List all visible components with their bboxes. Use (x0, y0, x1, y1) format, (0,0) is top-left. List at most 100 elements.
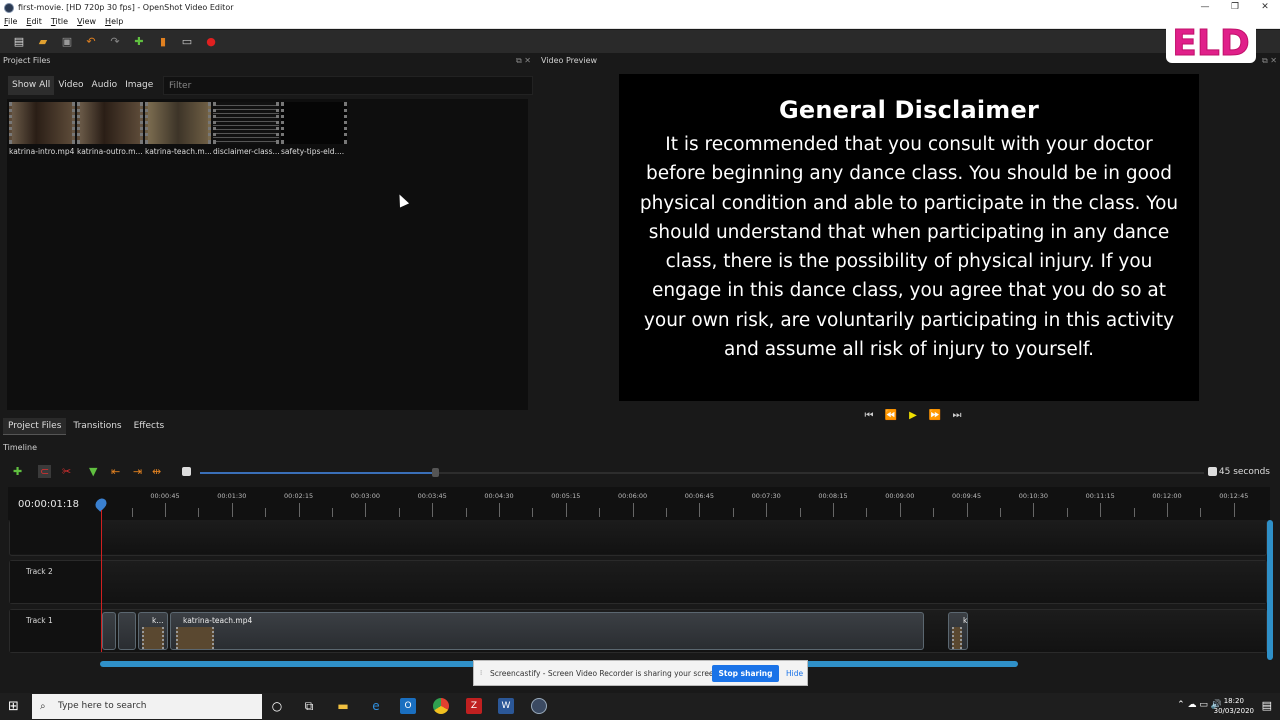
ruler-tick (198, 508, 200, 517)
timeline-clip[interactable]: k (948, 612, 968, 650)
cortana-icon[interactable]: ○ (269, 698, 285, 714)
taskbar-search-input[interactable]: ⌕ Type here to search (32, 694, 262, 719)
track-lane[interactable] (102, 561, 1266, 603)
jump-end-icon[interactable]: ⏭ (946, 410, 968, 421)
windows-start-icon[interactable]: ⊞ (8, 699, 19, 714)
word-icon[interactable]: W (498, 698, 514, 714)
add-track-icon[interactable]: ✚ (13, 465, 22, 478)
zoom-in-icon[interactable] (1208, 467, 1217, 476)
play-icon[interactable]: ▶ (902, 410, 924, 421)
menu-title[interactable]: Title (51, 17, 68, 26)
open-project-icon[interactable]: ▰ (36, 35, 50, 49)
zoom-out-icon[interactable] (182, 467, 191, 476)
menu-bar: File Edit Title View Help (0, 15, 1280, 29)
ruler-tick (499, 503, 500, 517)
filezilla-icon[interactable]: Z (466, 698, 482, 714)
project-files-header: Project Files (3, 56, 51, 65)
file-explorer-icon[interactable]: ▬ (335, 698, 351, 714)
zoom-slider-track (436, 472, 1204, 474)
file-name: disclaimer-class... (213, 147, 279, 156)
previous-marker-icon[interactable]: ⇤ (111, 465, 120, 478)
undock-icon[interactable]: ⧉ ✕ (1262, 56, 1277, 66)
ruler-tick (766, 503, 768, 517)
file-item[interactable]: disclaimer-class... (213, 102, 279, 156)
tab-transitions[interactable]: Transitions (68, 418, 126, 435)
minimize-button[interactable]: — (1190, 0, 1220, 15)
file-thumbnail (145, 102, 211, 144)
zoom-slider-handle[interactable] (432, 468, 439, 477)
title-bar: first-movie. [HD 720p 30 fps] - OpenShot… (0, 0, 1280, 15)
ruler-tick (1233, 503, 1235, 517)
fast-forward-icon[interactable]: ⏩ (924, 410, 946, 421)
timeline-clip[interactable] (102, 612, 116, 650)
outlook-icon[interactable]: O (400, 698, 416, 714)
ruler-tick (298, 503, 300, 517)
rewind-icon[interactable]: ⏪ (880, 410, 902, 421)
filter-input[interactable]: Filter (163, 76, 533, 95)
razor-icon[interactable]: ✂ (62, 465, 71, 478)
next-marker-icon[interactable]: ⇥ (133, 465, 142, 478)
undo-icon[interactable]: ↶ (84, 35, 98, 49)
timeline-header: Timeline (3, 443, 38, 452)
preview-body: It is recommended that you consult with … (639, 134, 1179, 361)
file-item[interactable]: katrina-intro.mp4 (9, 102, 75, 156)
menu-help[interactable]: Help (105, 17, 123, 26)
menu-edit[interactable]: Edit (26, 17, 42, 26)
track-2: Track 2 (9, 560, 1267, 604)
tab-effects[interactable]: Effects (129, 418, 170, 435)
profile-icon[interactable]: ▮ (156, 35, 170, 49)
fullscreen-icon[interactable]: ▭ (180, 35, 194, 49)
file-name: katrina-teach.m... (145, 147, 211, 156)
ruler-tick-label: 00:12:45 (1219, 492, 1249, 500)
taskbar-clock[interactable]: 18:20 30/03/2020 (1214, 696, 1254, 716)
close-button[interactable]: ✕ (1250, 0, 1280, 15)
track-label-panel[interactable]: Track 1 (10, 610, 101, 652)
stop-sharing-button[interactable]: Stop sharing (712, 665, 779, 682)
bottom-tabs: Project Files Transitions Effects (3, 418, 171, 435)
file-item[interactable]: katrina-teach.m... (145, 102, 211, 156)
window-title: first-movie. [HD 720p 30 fps] - OpenShot… (18, 3, 234, 12)
maximize-button[interactable]: ❐ (1220, 0, 1250, 15)
drag-handle-icon[interactable]: ⁞ (480, 669, 482, 677)
export-video-icon[interactable]: ● (204, 35, 218, 49)
ruler-tick (465, 508, 467, 517)
menu-file[interactable]: File (4, 17, 17, 26)
center-playhead-icon[interactable]: ⇹ (152, 465, 161, 478)
redo-icon[interactable]: ↷ (108, 35, 122, 49)
tab-image[interactable]: Image (121, 76, 157, 95)
zoom-level-label: 45 seconds (1218, 467, 1270, 477)
tab-video[interactable]: Video (54, 76, 87, 95)
snapping-icon[interactable]: ⊂ (38, 465, 52, 478)
notification-icon[interactable]: ▤ (1262, 699, 1272, 712)
file-item[interactable]: safety-tips-eld.... (281, 102, 347, 156)
save-project-icon[interactable]: ▣ (60, 35, 74, 49)
file-item[interactable]: katrina-outro.m... (77, 102, 143, 156)
menu-view[interactable]: View (77, 17, 96, 26)
openshot-taskbar-icon[interactable] (531, 698, 547, 714)
ruler-tick (231, 503, 233, 517)
ruler-tick-label: 00:03:00 (350, 492, 380, 500)
vertical-scrollbar[interactable] (1267, 520, 1273, 660)
timeline-clip[interactable] (118, 612, 136, 650)
track-lane[interactable] (102, 520, 1266, 554)
undock-icon[interactable]: ⧉ ✕ (516, 56, 531, 66)
edge-icon[interactable]: e (368, 698, 384, 714)
ruler-tick-label: 00:09:00 (885, 492, 915, 500)
file-thumbnail (77, 102, 143, 144)
timeline-clip-katrina-teach[interactable]: katrina-teach.mp4 (170, 612, 924, 650)
clip-label: k... (152, 616, 164, 625)
tab-audio[interactable]: Audio (88, 76, 122, 95)
add-marker-icon[interactable]: ▼ (89, 465, 97, 478)
timeline-ruler[interactable]: 00:00:01:18 00:00:45 00:01:30 00:02:15 00:0… (8, 487, 1270, 520)
track-lane[interactable]: k... katrina-teach.mp4 k (102, 610, 1266, 652)
import-files-icon[interactable]: ✚ (132, 35, 146, 49)
hide-link[interactable]: Hide (786, 669, 803, 678)
tab-show-all[interactable]: Show All (8, 76, 55, 95)
task-view-icon[interactable]: ⧉ (301, 698, 317, 714)
tab-project-files[interactable]: Project Files (3, 418, 67, 435)
track-label-panel[interactable]: Track 2 (10, 561, 101, 603)
chrome-icon[interactable] (433, 698, 449, 714)
new-project-icon[interactable]: ▤ (12, 35, 26, 49)
timeline-clip[interactable]: k... (138, 612, 168, 650)
jump-start-icon[interactable]: ⏮ (858, 410, 880, 421)
